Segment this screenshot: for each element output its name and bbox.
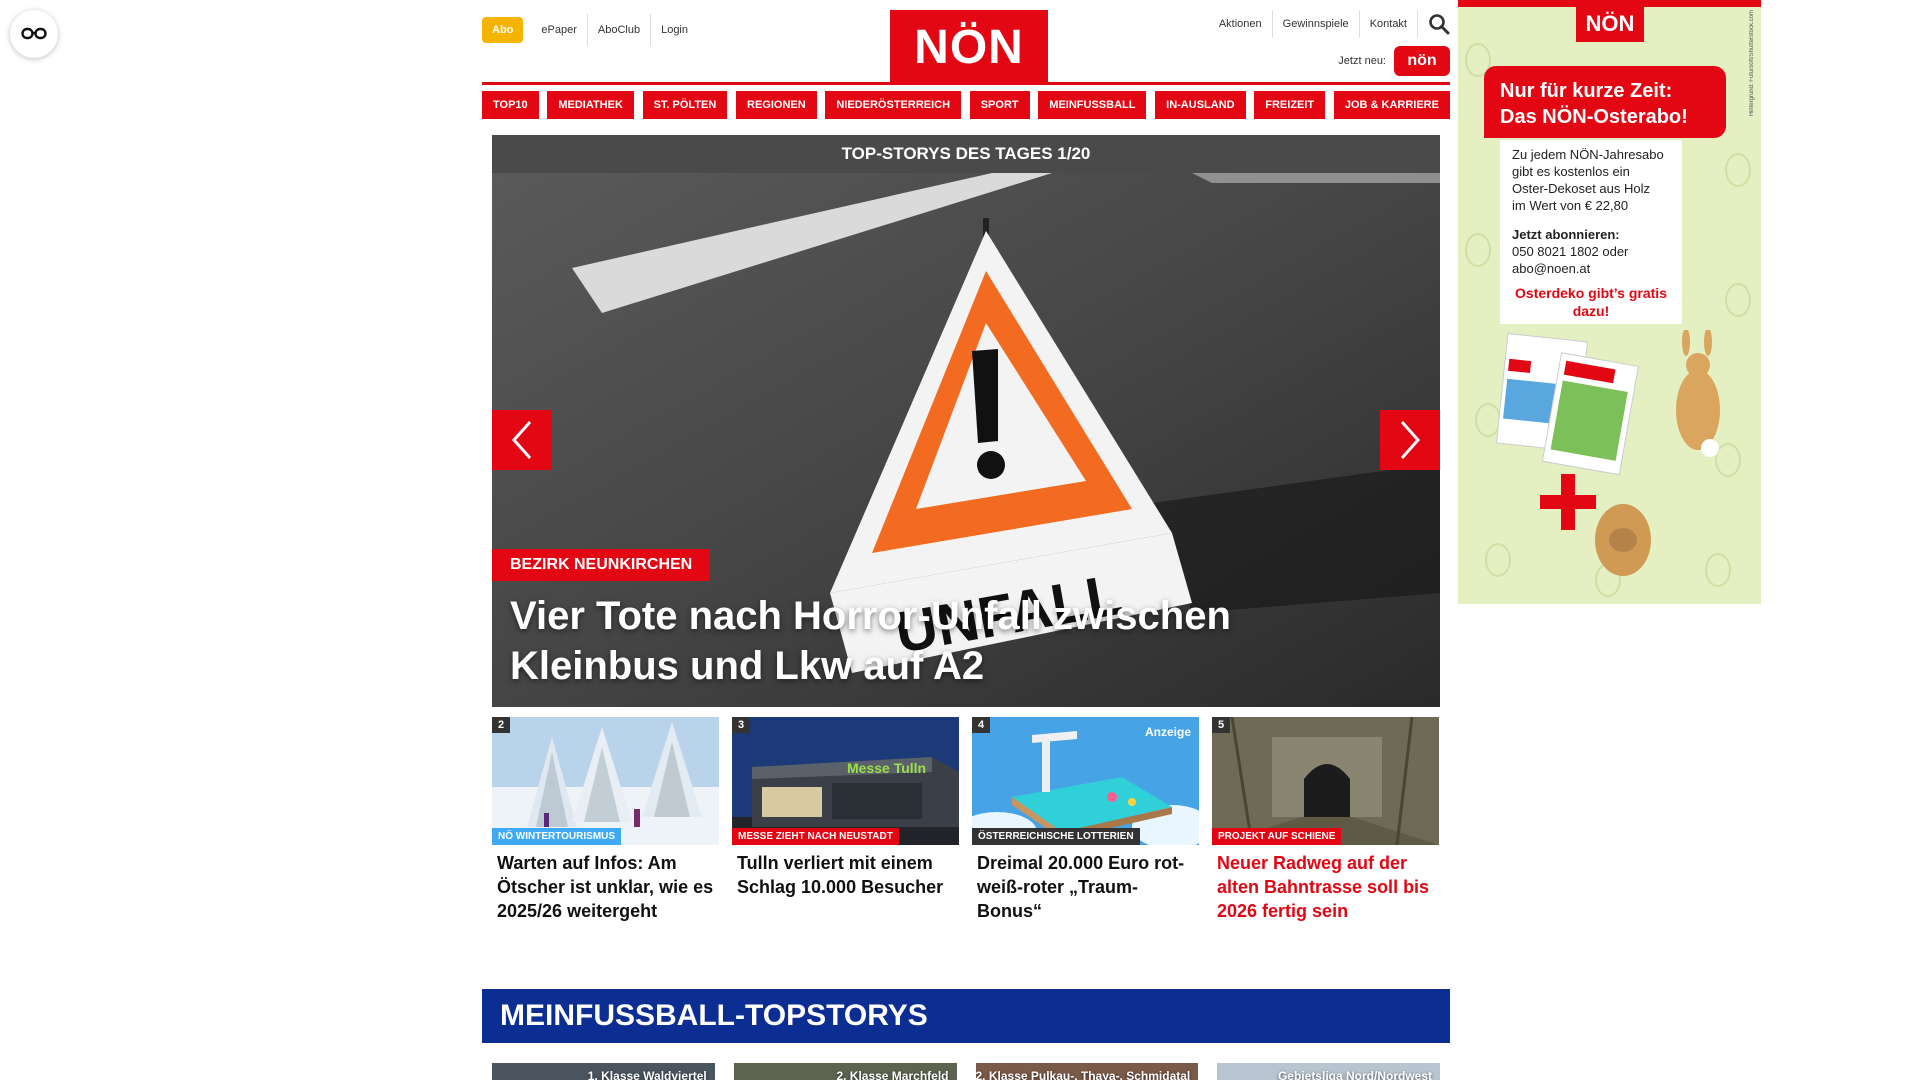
football-card[interactable]: Gebietsliga Nord/Nordwest xyxy=(1217,1063,1440,1080)
teaser-rank: 3 xyxy=(732,717,751,733)
story-teaser[interactable]: 2 NÖ WINTERTOURISMUS Warten auf Infos: A… xyxy=(492,717,719,923)
teaser-title[interactable]: Tulln verliert mit einem Schlag 10.000 B… xyxy=(732,851,959,899)
search-icon[interactable] xyxy=(1428,13,1450,35)
teaser-title[interactable]: Warten auf Infos: Am Ötscher ist unklar,… xyxy=(492,851,719,923)
teaser-title[interactable]: Neuer Radweg auf der alten Bahntrasse so… xyxy=(1212,851,1439,923)
ad-body-line: Zu jedem NÖN-Jahresabo xyxy=(1512,147,1664,162)
nav-item-job-karriere[interactable]: JOB & KARRIERE xyxy=(1333,91,1450,119)
teaser-image: 5 PROJEKT AUF SCHIENE xyxy=(1212,717,1439,845)
football-stories: 1. Klasse Waldviertel 2. Klasse Marchfel… xyxy=(492,1063,1440,1080)
teaser-image: 2 NÖ WINTERTOURISMUS xyxy=(492,717,719,845)
nav-item-niederoesterreich[interactable]: NIEDERÖSTERREICH xyxy=(825,91,962,119)
nav-item-in-ausland[interactable]: IN-AUSLAND xyxy=(1155,91,1246,119)
jetzt-neu-label: Jetzt neu: xyxy=(1338,55,1386,67)
slider-title: TOP-STORYS DES TAGES 1/20 xyxy=(492,135,1440,173)
aboclub-link[interactable]: AboClub xyxy=(588,14,652,46)
nav-item-sport[interactable]: SPORT xyxy=(969,91,1030,119)
story-teaser[interactable]: 4 Anzeige ÖSTERREICHISCHE LOTTERIEN Drei… xyxy=(972,717,1199,923)
ad-gift-note: Osterdeko gibt’s gratis dazu! xyxy=(1500,280,1682,324)
gewinnspiele-link[interactable]: Gewinnspiele xyxy=(1273,10,1360,38)
utility-links-left: Abo ePaper AboClub Login xyxy=(482,14,698,46)
football-card[interactable]: 2. Klasse Marchfeld xyxy=(733,1063,957,1080)
snowy-trees-image xyxy=(492,717,719,845)
teaser-tag[interactable]: MESSE ZIEHT NACH NEUSTADT xyxy=(732,828,899,845)
abo-button[interactable]: Abo xyxy=(482,17,524,43)
teaser-tag[interactable]: PROJEKT AUF SCHIENE xyxy=(1212,828,1342,845)
ad-cta-line: abo@noen.at xyxy=(1512,261,1591,276)
teaser-image: Messe Tulln 3 MESSE ZIEHT NACH NEUSTADT xyxy=(732,717,959,845)
football-card[interactable]: 2. Klasse Pulkau-, Thaya-, Schmidatal xyxy=(975,1063,1199,1080)
site-header: Abo ePaper AboClub Login NÖN Aktionen Ge… xyxy=(482,0,1450,92)
teaser-image: 4 Anzeige ÖSTERREICHISCHE LOTTERIEN xyxy=(972,717,1199,845)
hero-headline[interactable]: Vier Tote nach Horror-Unfall zwischen Kl… xyxy=(510,591,1410,691)
story-teasers: 2 NÖ WINTERTOURISMUS Warten auf Infos: A… xyxy=(492,717,1440,923)
slider-next-button[interactable] xyxy=(1380,410,1440,470)
football-card-league: Gebietsliga Nord/Nordwest xyxy=(1277,1069,1432,1080)
messe-tulln-image-text: Messe Tulln xyxy=(847,760,926,776)
site-logo[interactable]: NÖN xyxy=(890,10,1048,84)
football-card-league: 2. Klasse Pulkau-, Thaya-, Schmidatal xyxy=(975,1069,1191,1080)
ad-image-credit: Hintergrund: Futursoft/Shutterstock.com xyxy=(1749,10,1755,117)
slider-prev-button[interactable] xyxy=(492,410,552,470)
teaser-title[interactable]: Dreimal 20.000 Euro rot-weiß-roter „Trau… xyxy=(972,851,1199,923)
ad-label: Anzeige xyxy=(1144,725,1191,739)
chevron-left-icon xyxy=(511,421,532,459)
kleine-noen-badge[interactable]: nön xyxy=(1394,46,1450,76)
teaser-rank: 2 xyxy=(492,717,511,733)
nav-item-top10[interactable]: TOP10 xyxy=(482,91,539,119)
nav-item-st-poelten[interactable]: ST. PÖLTEN xyxy=(642,91,728,119)
utility-links-right: Aktionen Gewinnspiele Kontakt xyxy=(1209,10,1450,38)
hero-category-tag[interactable]: BEZIRK NEUNKIRCHEN xyxy=(492,549,711,581)
hero-story[interactable]: UNFALL BEZIRK NEUNKIRCHEN Vier Tote nach… xyxy=(492,173,1440,707)
osterabo-advertisement[interactable]: NÖN Hintergrund: Futursoft/Shutterstock.… xyxy=(1458,0,1761,604)
chevron-right-icon xyxy=(1400,421,1421,459)
glasses-icon xyxy=(21,27,47,40)
ad-cta-line: 050 8021 1802 oder xyxy=(1512,244,1629,259)
teaser-tag[interactable]: ÖSTERREICHISCHE LOTTERIEN xyxy=(972,828,1140,845)
ad-products-image xyxy=(1495,330,1720,576)
jetzt-neu: Jetzt neu: nön xyxy=(1338,46,1450,76)
ad-headline: Nur für kurze Zeit: Das NÖN-Osterabo! xyxy=(1484,66,1726,138)
ad-noen-logo: NÖN xyxy=(1576,6,1644,42)
nav-divider xyxy=(482,82,1450,85)
story-teaser[interactable]: 5 PROJEKT AUF SCHIENE Neuer Radweg auf d… xyxy=(1212,717,1439,923)
meinfussball-section-title[interactable]: MEINFUSSBALL-TOPSTORYS xyxy=(482,989,1450,1043)
aktionen-link[interactable]: Aktionen xyxy=(1209,10,1273,38)
nav-item-freizeit[interactable]: FREIZEIT xyxy=(1254,91,1326,119)
main-navigation: TOP10 MEDIATHEK ST. PÖLTEN REGIONEN NIED… xyxy=(482,91,1450,119)
ad-body-line: gibt es kostenlos ein xyxy=(1512,164,1630,179)
teaser-rank: 5 xyxy=(1212,717,1231,733)
login-link[interactable]: Login xyxy=(651,14,698,46)
teaser-tag[interactable]: NÖ WINTERTOURISMUS xyxy=(492,828,622,845)
kontakt-link[interactable]: Kontakt xyxy=(1360,10,1418,38)
ad-cta-title: Jetzt abonnieren: xyxy=(1512,227,1620,242)
nav-item-mediathek[interactable]: MEDIATHEK xyxy=(547,91,634,119)
epaper-link[interactable]: ePaper xyxy=(531,14,588,46)
story-teaser[interactable]: Messe Tulln 3 MESSE ZIEHT NACH NEUSTADT … xyxy=(732,717,959,923)
football-card[interactable]: 1. Klasse Waldviertel xyxy=(492,1063,715,1080)
ad-body-line: Oster-Dekoset aus Holz xyxy=(1512,181,1650,196)
messe-building-image: Messe Tulln xyxy=(732,717,959,845)
top-stories-slider: TOP-STORYS DES TAGES 1/20 UNFALL BEZIRK … xyxy=(492,135,1440,707)
teaser-rank: 4 xyxy=(972,717,991,733)
football-card-league: 2. Klasse Marchfeld xyxy=(836,1069,949,1080)
ad-body-line: im Wert von € 22,80 xyxy=(1512,198,1629,213)
main-column: Abo ePaper AboClub Login NÖN Aktionen Ge… xyxy=(482,0,1450,1080)
accessibility-button[interactable] xyxy=(10,10,58,58)
football-card-league: 1. Klasse Waldviertel xyxy=(587,1069,707,1080)
ad-body: Zu jedem NÖN-Jahresabo gibt es kostenlos… xyxy=(1500,140,1682,283)
nav-item-regionen[interactable]: REGIONEN xyxy=(736,91,817,119)
railway-tunnel-image xyxy=(1212,717,1439,845)
nav-item-meinfussball[interactable]: MEINFUSSBALL xyxy=(1038,91,1147,119)
